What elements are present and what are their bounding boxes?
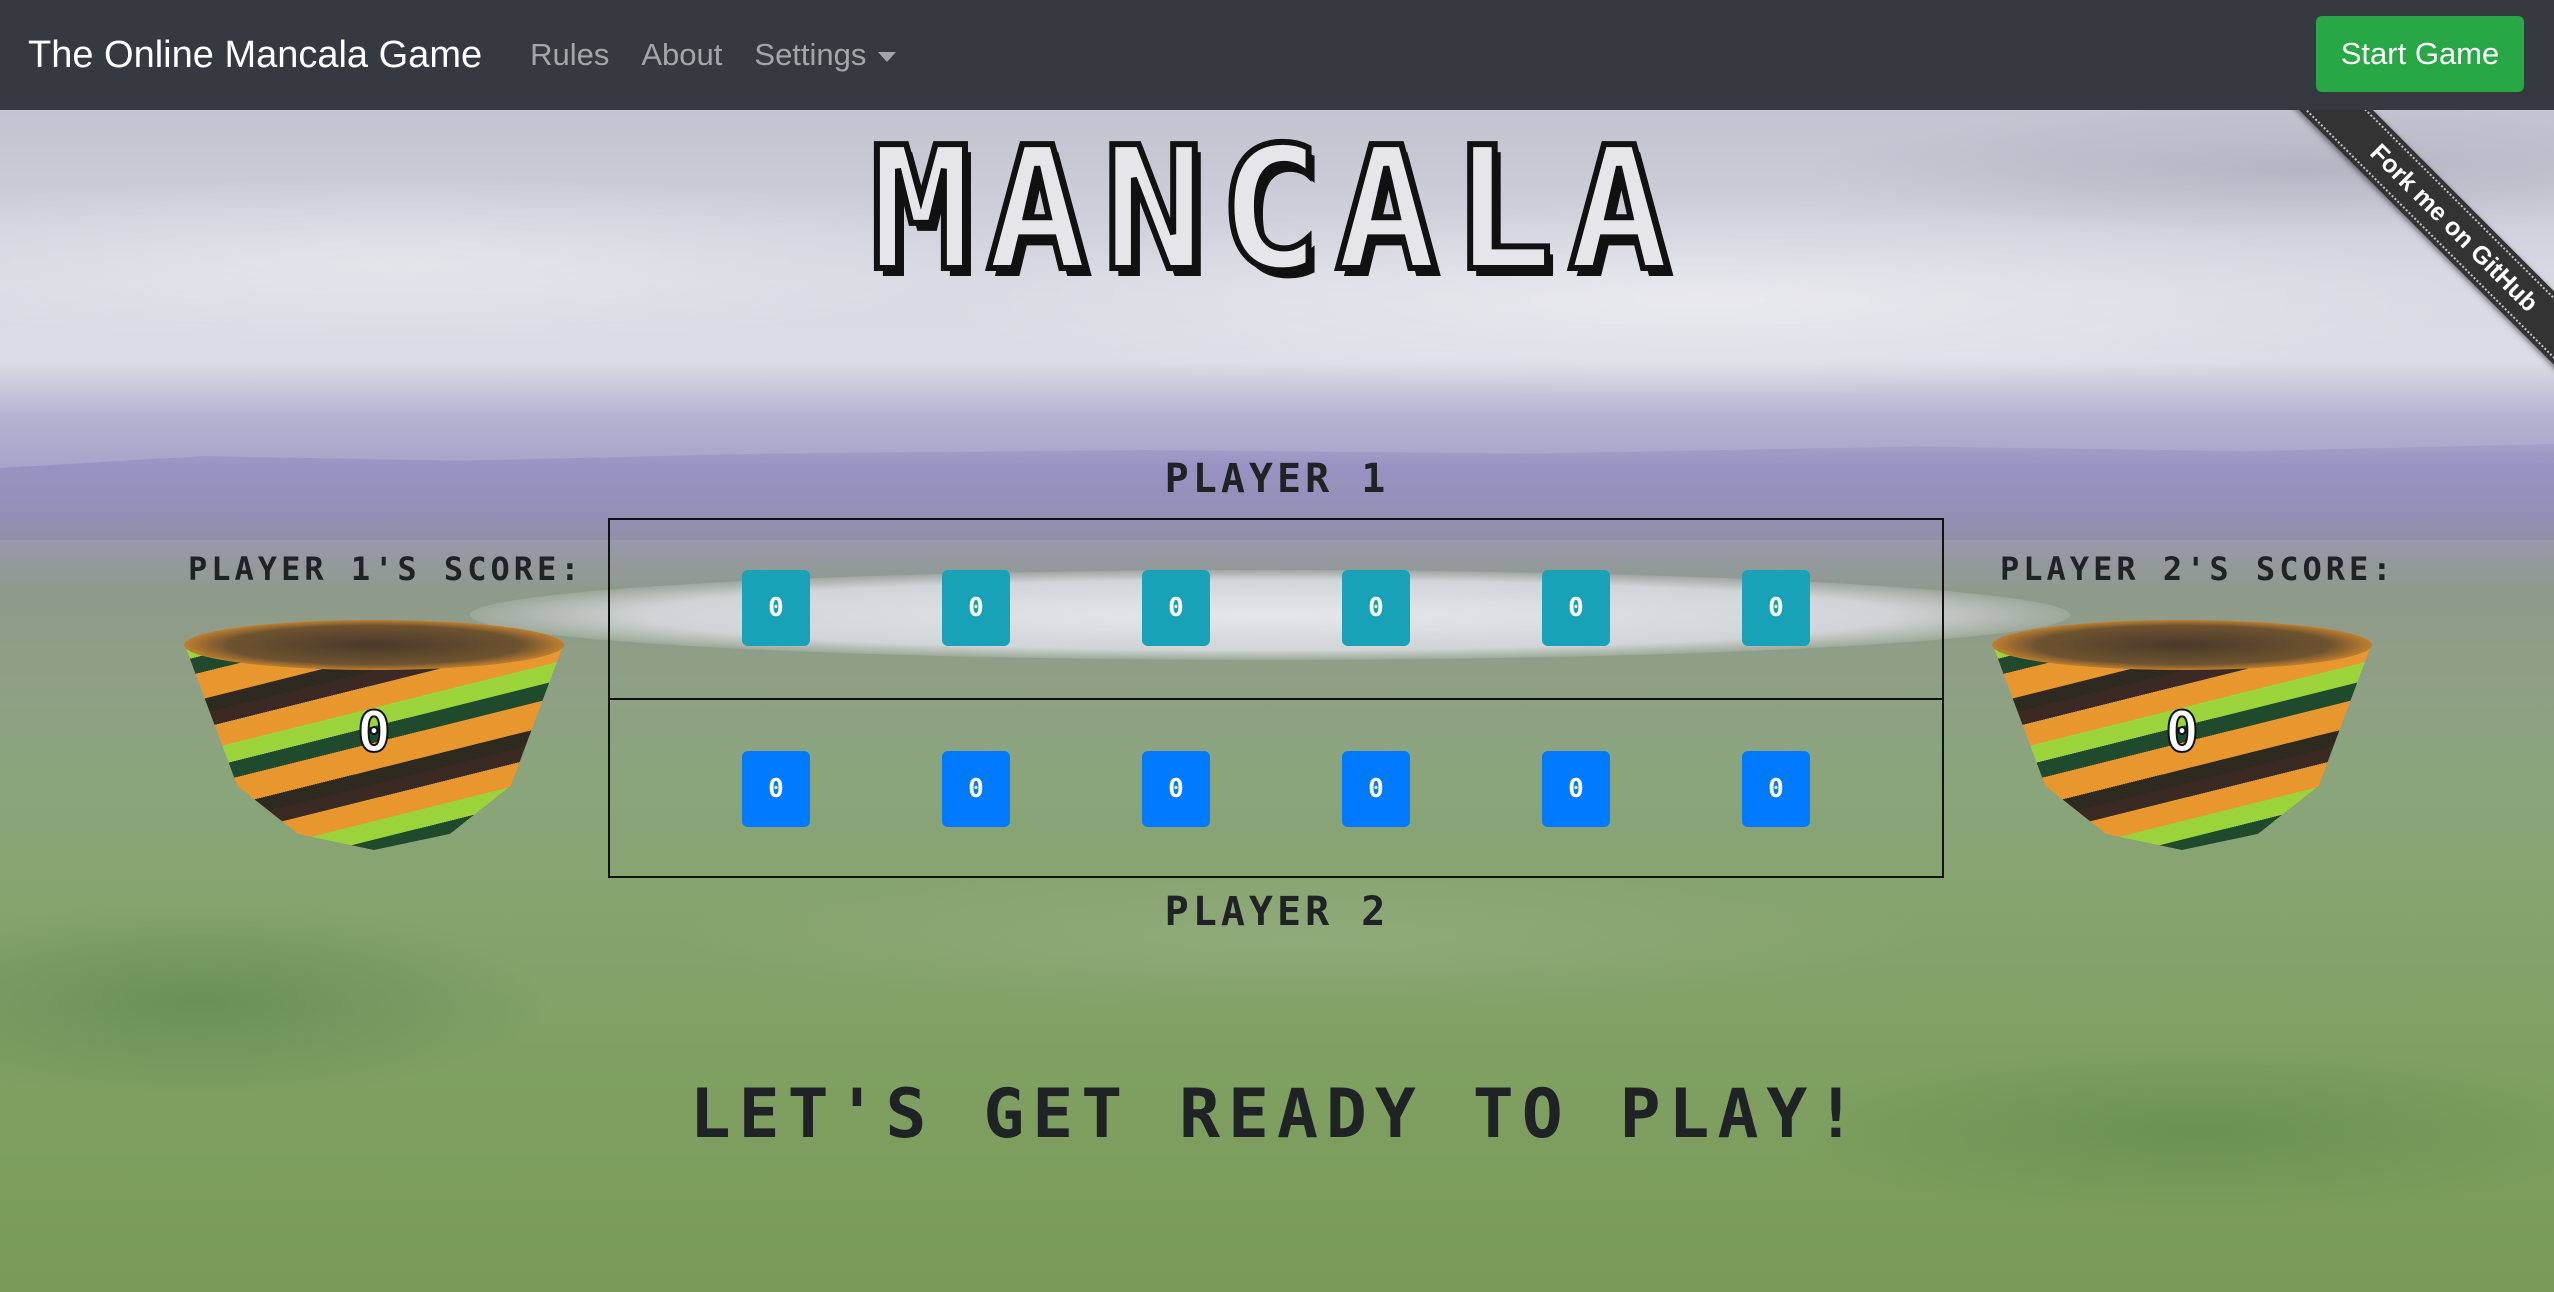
mancala-board: 0 0 0 0 0 0 0 0 0 0 0 0 xyxy=(608,518,1944,878)
player1-pit-5[interactable]: 0 xyxy=(1542,570,1610,646)
player2-pit-row: 0 0 0 0 0 0 xyxy=(610,700,1942,878)
player1-score-label: PLAYER 1'S SCORE: xyxy=(188,550,584,588)
basket-rim xyxy=(1992,620,2372,670)
nav-link-rules[interactable]: Rules xyxy=(530,37,609,73)
start-game-button[interactable]: Start Game xyxy=(2316,16,2524,92)
basket-rim xyxy=(184,620,564,670)
fork-me-on-github-ribbon[interactable]: Fork me on GitHub xyxy=(2287,110,2554,390)
player2-label: PLAYER 2 xyxy=(1164,889,1390,935)
nav-link-about[interactable]: About xyxy=(641,37,722,73)
game-title: MANCALA xyxy=(867,111,1685,309)
player1-pit-2[interactable]: 0 xyxy=(942,570,1010,646)
player1-pit-4[interactable]: 0 xyxy=(1342,570,1410,646)
player1-pit-1[interactable]: 0 xyxy=(742,570,810,646)
player2-pit-5[interactable]: 0 xyxy=(1542,751,1610,827)
nav-dropdown-settings[interactable]: Settings xyxy=(754,37,897,73)
player2-pit-4[interactable]: 0 xyxy=(1342,751,1410,827)
player2-pit-2[interactable]: 0 xyxy=(942,751,1010,827)
settings-label: Settings xyxy=(754,37,867,72)
navbar-brand[interactable]: The Online Mancala Game xyxy=(28,34,482,77)
caret-down-icon xyxy=(878,51,897,62)
fork-ribbon-container: Fork me on GitHub xyxy=(2274,110,2554,390)
player2-pit-1[interactable]: 0 xyxy=(742,751,810,827)
player1-pit-6[interactable]: 0 xyxy=(1742,570,1810,646)
player1-pit-row: 0 0 0 0 0 0 xyxy=(610,520,1942,700)
game-status-message: LET'S GET READY TO PLAY! xyxy=(689,1075,1865,1154)
player1-store: 0 xyxy=(184,620,564,850)
player1-pit-3[interactable]: 0 xyxy=(1142,570,1210,646)
player2-store: 0 xyxy=(1992,620,2372,850)
player2-store-count: 0 xyxy=(2164,699,2200,766)
navbar: The Online Mancala Game Rules About Sett… xyxy=(0,0,2554,110)
player1-store-count: 0 xyxy=(356,699,392,766)
player2-pit-6[interactable]: 0 xyxy=(1742,751,1810,827)
player2-pit-3[interactable]: 0 xyxy=(1142,751,1210,827)
player1-label: PLAYER 1 xyxy=(1164,456,1390,502)
player2-score-label: PLAYER 2'S SCORE: xyxy=(2000,550,2396,588)
